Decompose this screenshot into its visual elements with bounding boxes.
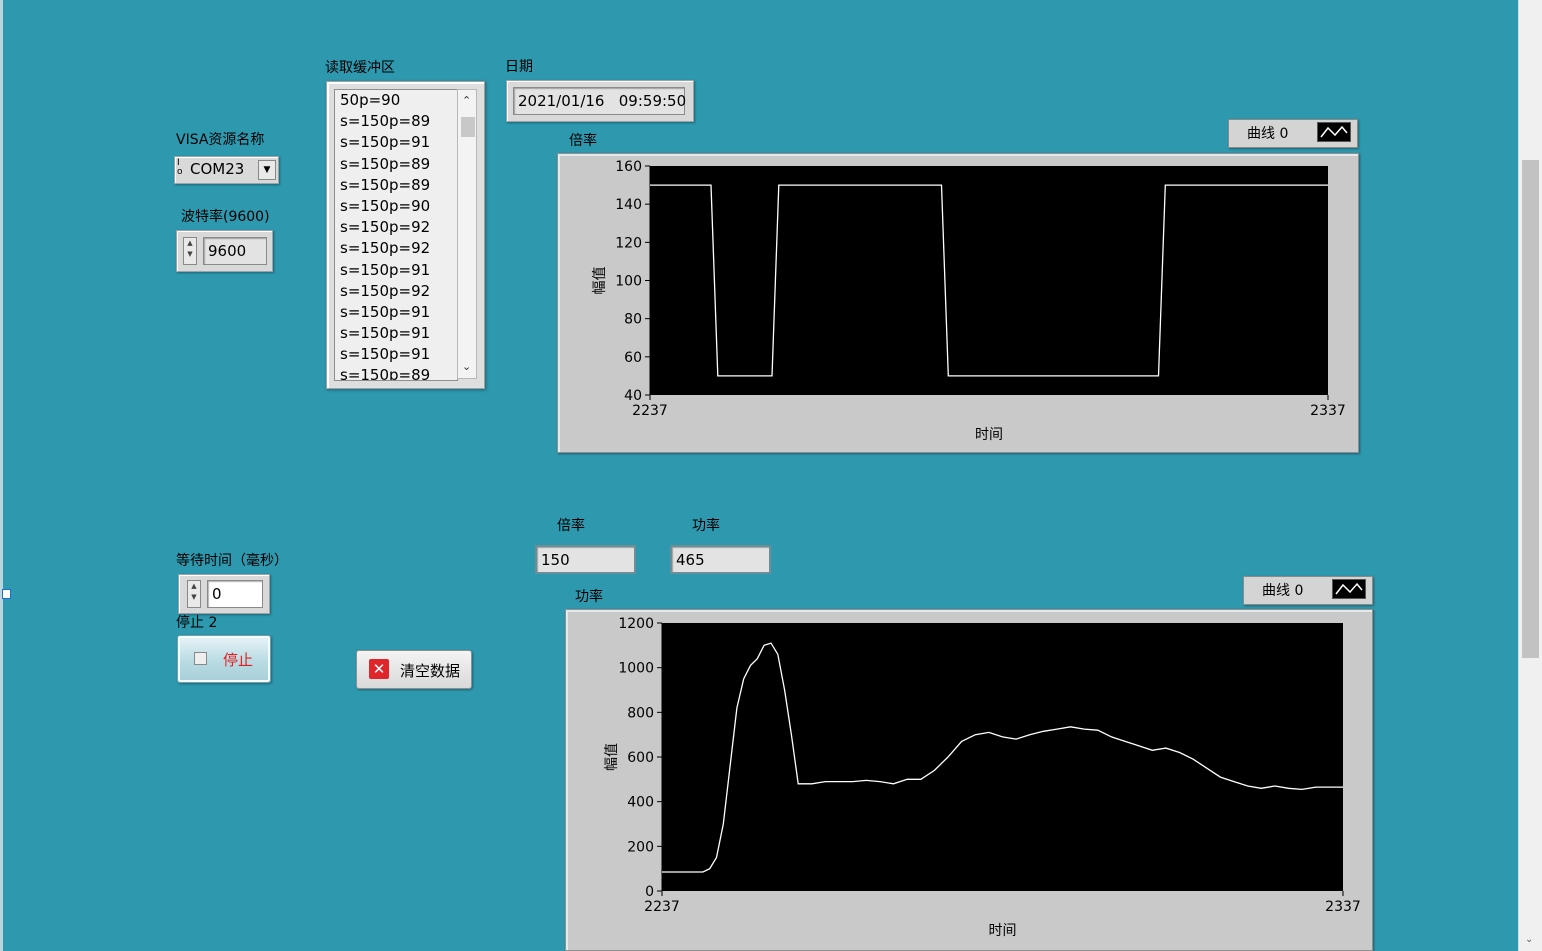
buffer-list-item[interactable]: s=150p=89 <box>335 175 457 196</box>
buffer-list-item[interactable]: s=150p=89 <box>335 111 457 132</box>
y-tick-label: 400 <box>627 795 654 811</box>
window-left-edge <box>0 0 3 951</box>
baud-control[interactable]: ▲ ▼ 9600 <box>176 230 273 272</box>
buffer-list-item[interactable]: s=150p=91 <box>335 344 457 365</box>
chevron-down-icon[interactable]: ⌄ <box>462 360 471 373</box>
y-tick-label: 200 <box>627 839 654 855</box>
buffer-list-item[interactable]: s=150p=91 <box>335 302 457 323</box>
buffer-list-item[interactable]: s=150p=89 <box>335 365 457 380</box>
buffer-list-item[interactable]: s=150p=89 <box>335 154 457 175</box>
date-indicator: 2021/01/16 09:59:50 <box>506 80 694 122</box>
clear-data-button[interactable]: ✕ 清空数据 <box>356 650 472 689</box>
wait-control[interactable]: ▲ ▼ 0 <box>178 574 270 614</box>
ratio-graph-title: 倍率 <box>569 133 597 149</box>
scroll-down-icon[interactable]: ⌄ <box>1525 934 1533 945</box>
buffer-label: 读取缓冲区 <box>325 60 395 76</box>
power-indicator: 465 <box>670 545 771 574</box>
io-icon: Io <box>177 158 183 177</box>
y-tick-label: 60 <box>624 350 642 366</box>
buffer-listbox[interactable]: 50p=90 s=150p=89 s=150p=91 s=150p=89 s=150p=… <box>326 81 485 389</box>
buffer-list-item[interactable]: s=150p=91 <box>335 323 457 344</box>
selection-handle[interactable] <box>2 589 11 599</box>
y-tick-label: 40 <box>624 388 642 404</box>
power-indicator-label: 功率 <box>692 518 720 534</box>
close-icon: ✕ <box>369 659 389 679</box>
y-tick-label: 1200 <box>618 616 654 632</box>
baud-label: 波特率(9600) <box>181 209 270 225</box>
clear-button-text: 清空数据 <box>400 662 461 680</box>
stop-label: 停止 2 <box>176 615 218 631</box>
stop-button[interactable]: 停止 <box>177 635 271 683</box>
wait-label: 等待时间（毫秒） <box>176 553 288 569</box>
plot-style-icon[interactable] <box>1317 122 1351 142</box>
chevron-up-icon[interactable]: ⌃ <box>462 94 471 107</box>
y-tick-label: 80 <box>624 312 642 328</box>
y-axis-label: 幅值 <box>604 743 620 771</box>
y-tick-label: 120 <box>615 235 642 251</box>
y-tick-label: 100 <box>615 274 642 290</box>
buffer-list-item[interactable]: s=150p=91 <box>335 132 457 153</box>
y-tick-label: 800 <box>627 705 654 721</box>
stop-led-icon <box>194 652 207 665</box>
buffer-list-item[interactable]: s=150p=92 <box>335 238 457 259</box>
power-graph-legend[interactable]: 曲线 0 <box>1243 576 1373 605</box>
visa-value: COM23 <box>190 160 245 178</box>
y-tick-label: 140 <box>615 197 642 213</box>
buffer-list-item[interactable]: s=150p=92 <box>335 217 457 238</box>
baud-spinner[interactable]: ▲ ▼ <box>183 237 197 265</box>
y-tick-label: 0 <box>645 884 654 900</box>
buffer-scroll-thumb[interactable] <box>461 117 475 137</box>
ratio-graph-legend[interactable]: 曲线 0 <box>1228 119 1358 148</box>
ratio-indicator: 150 <box>535 545 636 574</box>
scroll-thumb[interactable] <box>1522 160 1539 658</box>
x-tick-label: 2337 <box>1310 403 1346 419</box>
visa-resource-control[interactable]: Io COM23 ▼ <box>174 156 279 184</box>
window-scrollbar[interactable]: ⌃ ⌄ <box>1518 0 1542 951</box>
wait-input[interactable]: 0 <box>207 580 263 608</box>
x-tick-label: 2337 <box>1325 899 1361 915</box>
x-tick-label: 2237 <box>644 899 680 915</box>
plot-area <box>662 623 1343 891</box>
scroll-up-icon[interactable]: ⌃ <box>1525 0 1533 7</box>
buffer-list-item[interactable]: s=150p=90 <box>335 196 457 217</box>
y-tick-label: 600 <box>627 750 654 766</box>
legend-label: 曲线 0 <box>1262 583 1304 599</box>
ratio-indicator-label: 倍率 <box>557 518 585 534</box>
y-tick-label: 1000 <box>618 661 654 677</box>
wait-spinner[interactable]: ▲ ▼ <box>187 580 201 608</box>
x-axis-label: 时间 <box>989 923 1017 939</box>
x-axis-label: 时间 <box>975 427 1003 443</box>
plot-area <box>650 166 1328 395</box>
ratio-graph[interactable]: 40 60 80 100 120 140 160 2237 2337 时间 幅值 <box>557 153 1359 453</box>
legend-label: 曲线 0 <box>1247 126 1289 142</box>
y-axis-label: 幅值 <box>592 267 608 295</box>
y-tick-label: 160 <box>615 159 642 175</box>
buffer-list-item[interactable]: 50p=90 <box>335 90 457 111</box>
buffer-list-item[interactable]: s=150p=91 <box>335 260 457 281</box>
buffer-scrollbar[interactable]: ⌃ ⌄ <box>457 89 477 379</box>
date-value: 2021/01/16 09:59:50 <box>513 87 686 115</box>
date-label: 日期 <box>505 59 533 75</box>
plot-style-icon[interactable] <box>1332 579 1366 599</box>
power-graph-title: 功率 <box>575 589 603 605</box>
chevron-down-icon[interactable]: ▼ <box>258 160 276 180</box>
stop-button-text: 停止 <box>223 651 254 669</box>
baud-input[interactable]: 9600 <box>203 237 267 265</box>
x-tick-label: 2237 <box>632 403 668 419</box>
buffer-list[interactable]: 50p=90 s=150p=89 s=150p=91 s=150p=89 s=150p=… <box>334 89 458 381</box>
visa-label: VISA资源名称 <box>176 132 265 148</box>
power-graph[interactable]: 0 200 400 600 800 1000 1200 2237 2337 时间 幅值 <box>565 609 1373 951</box>
buffer-list-item[interactable]: s=150p=92 <box>335 281 457 302</box>
